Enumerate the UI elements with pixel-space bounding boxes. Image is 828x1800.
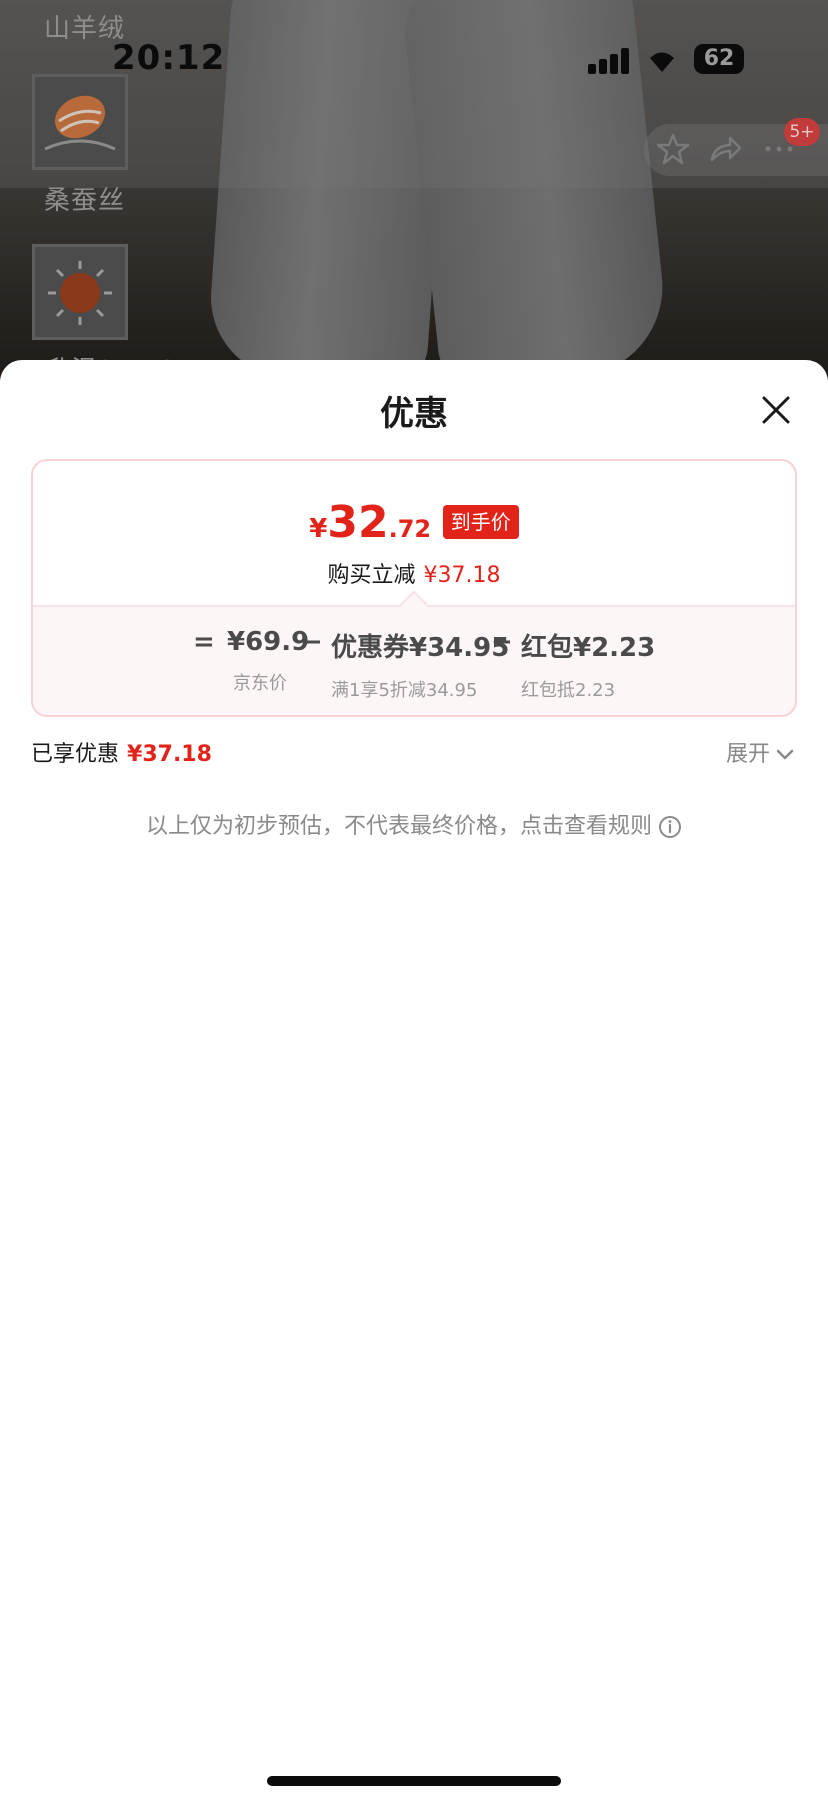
redpacket-value: 红包¥2.23 — [521, 633, 656, 663]
breakdown-item-coupon: 优惠券¥34.95 满1享5折减34.95 — [331, 627, 509, 702]
instant-discount: 购买立减 ¥37.18 — [33, 557, 795, 589]
sheet-title: 优惠 — [380, 394, 448, 434]
jd-price-label: 京东价 — [233, 673, 287, 694]
price-breakdown: = ¥69.9 京东价 − 优惠券¥34.95 满1享5折减34.95 − 红包… — [33, 590, 795, 715]
share-icon[interactable] — [708, 132, 742, 166]
silk-feature-icon — [32, 74, 128, 170]
instant-discount-value: ¥37.18 — [423, 563, 501, 588]
enjoyed-label: 已享优惠 — [31, 742, 120, 767]
price-summary-card: ¥32.72 到手价 购买立减 ¥37.18 = ¥69.9 京东价 − 优惠券¥… — [31, 459, 797, 717]
final-price-tag: 到手价 — [442, 505, 519, 539]
cellular-signal-icon — [588, 48, 630, 74]
jd-price-value: ¥69.9 — [227, 627, 310, 657]
final-price: ¥32.72 到手价 — [33, 497, 795, 548]
enjoyed-value: ¥37.18 — [127, 742, 212, 767]
chevron-down-icon — [776, 749, 794, 760]
expand-label: 展开 — [726, 742, 771, 767]
coupon-desc: 满1享5折减34.95 — [331, 680, 478, 701]
redpacket-desc: 红包抵2.23 — [521, 680, 616, 701]
price-decimal: .72 — [388, 515, 432, 543]
price-disclaimer-link[interactable]: 以上仅为初步预估，不代表最终价格，点击查看规则 — [0, 808, 828, 840]
minus-sign: − — [491, 627, 513, 657]
price-currency: ¥ — [309, 514, 328, 544]
equals-sign: = — [193, 627, 215, 657]
enjoyed-discount: 已享优惠 ¥37.18 — [31, 736, 212, 768]
info-icon — [659, 816, 681, 838]
breakdown-item-jd-price: ¥69.9 京东价 — [227, 627, 309, 695]
home-indicator[interactable] — [267, 1776, 561, 1786]
disclaimer-text: 以上仅为初步预估，不代表最终价格，点击查看规则 — [145, 814, 652, 839]
discount-sheet: 优惠 ¥32.72 到手价 购买立减 ¥37.18 = ¥69.9 京东价 − 优… — [0, 360, 828, 1800]
status-time: 20:12 — [112, 38, 226, 78]
breakdown-pointer — [398, 590, 430, 622]
close-icon — [762, 396, 790, 424]
star-icon[interactable] — [656, 132, 690, 166]
cart-badge: 5+ — [784, 118, 820, 146]
price-integer: 32 — [327, 497, 389, 548]
wifi-icon — [646, 44, 678, 74]
coupon-value: 优惠券¥34.95 — [331, 633, 510, 663]
minus-sign: − — [301, 627, 323, 657]
instant-discount-label: 购买立减 — [327, 563, 416, 588]
warm-feature-icon — [32, 244, 128, 340]
breakdown-item-redpacket: 红包¥2.23 红包抵2.23 — [521, 627, 655, 702]
expand-button[interactable]: 展开 — [726, 736, 794, 768]
feature-label-silk: 桑蚕丝 — [44, 186, 126, 216]
battery-indicator: 62 — [694, 44, 744, 74]
close-button[interactable] — [756, 390, 796, 430]
